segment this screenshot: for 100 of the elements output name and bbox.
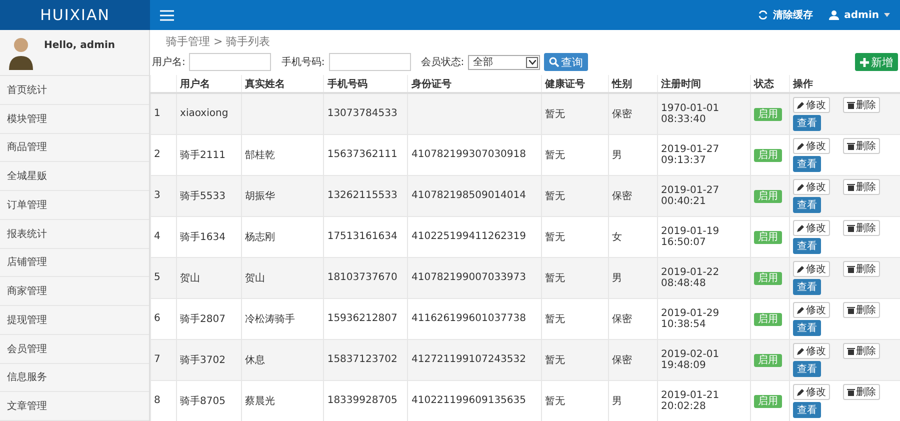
pencil-icon (797, 100, 806, 109)
sidebar-item[interactable]: 商品管理 (0, 134, 149, 162)
table-cell: 2019-01-21 20:02:28 (660, 390, 720, 412)
table-cell: 杨志刚 (245, 232, 276, 242)
view-button[interactable]: 查看 (793, 196, 822, 212)
edit-button[interactable]: 修改 (793, 220, 830, 236)
delete-button[interactable]: 删除 (843, 138, 880, 154)
trash-icon (847, 264, 856, 272)
table-cell: 男 (612, 396, 622, 407)
table-cell: 保密 (612, 314, 632, 324)
search-button[interactable]: 查询 (544, 53, 588, 71)
avatar-icon (8, 36, 34, 70)
table-cell: 15936212807 (327, 313, 398, 324)
view-button[interactable]: 查看 (793, 156, 822, 172)
delete-button[interactable]: 删除 (843, 220, 880, 236)
view-button[interactable]: 查看 (793, 114, 822, 131)
table-cell: 蔡晨光 (245, 396, 276, 407)
sidebar-item[interactable]: 全城星贩 (0, 162, 149, 191)
table-cell: 410782198509014014 (411, 190, 526, 201)
table-cell: 冷松涛骑手 (245, 314, 296, 324)
table-cell: 410782199307030918 (411, 149, 526, 160)
table-cell: 2019-01-27 09:13:37 (660, 144, 720, 166)
view-button[interactable]: 查看 (793, 402, 822, 418)
trash-icon (847, 388, 856, 396)
table-cell: 2019-01-27 00:40:21 (660, 184, 720, 206)
table-cell: 保密 (612, 354, 632, 366)
table-cell: 暂无 (544, 396, 565, 407)
edit-button[interactable]: 修改 (793, 178, 830, 194)
table-cell: 暂无 (544, 108, 565, 120)
username-field[interactable] (189, 53, 272, 71)
phone-field[interactable] (328, 53, 411, 71)
sidebar-item[interactable]: 文章管理 (0, 392, 149, 421)
column-header: 性别 (612, 78, 632, 90)
table-cell: 骑手1634 (180, 232, 226, 242)
delete-button[interactable]: 删除 (843, 260, 880, 276)
breadcrumb: 骑手管理 > 骑手列表 (165, 34, 272, 50)
trash-icon (847, 142, 856, 150)
sidebar-item[interactable]: 首页统计 (0, 76, 149, 105)
sidebar-item[interactable]: 店铺管理 (0, 248, 149, 278)
table-cell: 18103737670 (327, 272, 398, 283)
column-header: 操作 (793, 78, 814, 90)
view-button[interactable]: 查看 (793, 238, 822, 254)
table-cell: 410221199609135635 (411, 395, 526, 406)
delete-button[interactable]: 删除 (843, 384, 880, 400)
table-cell: 410225199411262319 (411, 231, 526, 242)
sidebar-item[interactable]: 信息服务 (0, 364, 149, 392)
table-cell: 2019-01-29 10:38:54 (660, 308, 720, 330)
table-cell: 女 (612, 232, 622, 242)
column-header: 用户名 (180, 78, 210, 90)
column-header: 身份证号 (411, 78, 452, 90)
view-button[interactable]: 查看 (793, 360, 822, 376)
edit-button[interactable]: 修改 (793, 302, 830, 318)
table-cell: 贺山 (245, 272, 266, 284)
edit-button[interactable]: 修改 (793, 342, 830, 358)
status-badge: 启用 (754, 394, 782, 408)
table-cell: 暂无 (544, 314, 565, 324)
sidebar-item[interactable]: 报表统计 (0, 220, 149, 248)
status-badge: 启用 (754, 272, 782, 284)
status-badge: 启用 (754, 354, 782, 366)
trash-icon (847, 224, 856, 232)
edit-button[interactable]: 修改 (793, 384, 830, 400)
table-cell: xiaoxiong (180, 108, 228, 120)
delete-button[interactable]: 删除 (843, 342, 880, 358)
table-cell: 2019-01-19 16:50:07 (660, 226, 720, 248)
trash-icon (847, 346, 856, 354)
add-button[interactable]: 新增 (855, 53, 898, 71)
column-header: 状态 (754, 78, 774, 90)
status-badge: 启用 (754, 108, 782, 121)
table-cell: 17513161634 (327, 231, 398, 242)
table-cell: 暂无 (544, 232, 565, 242)
edit-button[interactable]: 修改 (793, 96, 830, 113)
sidebar-item[interactable]: 商家管理 (0, 277, 149, 306)
delete-button[interactable]: 删除 (843, 302, 880, 318)
delete-button[interactable]: 删除 (843, 178, 880, 194)
status-dropdown[interactable]: 全部 (468, 54, 540, 70)
view-button[interactable]: 查看 (793, 320, 822, 336)
sidebar-item[interactable]: 模块管理 (0, 104, 149, 134)
table-cell: 6 (154, 313, 160, 324)
sidebar-item[interactable]: 提现管理 (0, 306, 149, 335)
clear-cache-link[interactable]: 清除缓存 (758, 8, 814, 22)
view-button[interactable]: 查看 (793, 278, 822, 294)
user-menu[interactable]: admin (829, 10, 890, 20)
table-cell: 411626199601037738 (411, 313, 526, 324)
trash-icon (847, 306, 856, 314)
column-header: 手机号码 (327, 78, 368, 90)
table-cell: 骑手2111 (180, 150, 226, 160)
refresh-icon (758, 10, 768, 20)
sidebar-item[interactable]: 会员管理 (0, 334, 149, 364)
status-badge: 启用 (754, 148, 782, 162)
edit-button[interactable]: 修改 (793, 260, 830, 276)
plus-icon (860, 58, 869, 66)
delete-button[interactable]: 删除 (843, 96, 880, 113)
trash-icon (847, 182, 856, 190)
pencil-icon (797, 142, 806, 150)
sidebar-item[interactable]: 订单管理 (0, 191, 149, 220)
table-cell: 410782199007033973 (411, 272, 526, 283)
table-cell: 13073784533 (327, 108, 398, 120)
menu-icon[interactable] (160, 10, 174, 20)
pencil-icon (797, 264, 806, 272)
edit-button[interactable]: 修改 (793, 138, 830, 154)
